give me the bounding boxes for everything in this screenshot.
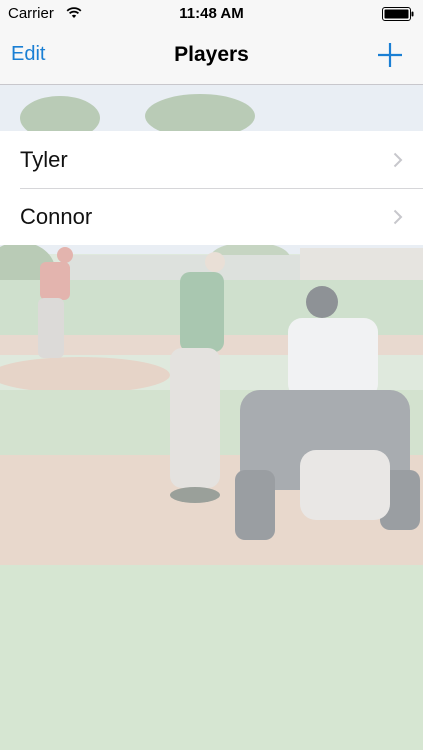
edit-button[interactable]: Edit — [11, 43, 45, 66]
status-bar: Carrier 11:48 AM — [0, 0, 423, 28]
chevron-right-icon — [393, 152, 403, 168]
player-name: Connor — [20, 203, 93, 229]
list-item-player[interactable]: Connor — [0, 188, 423, 245]
player-name: Tyler — [20, 146, 68, 172]
plus-icon — [378, 43, 402, 67]
page-title: Players — [174, 43, 249, 66]
navigation-bar: Edit Players — [0, 28, 423, 85]
battery-icon — [382, 7, 415, 26]
players-list: Tyler Connor — [0, 131, 423, 245]
list-item-player[interactable]: Tyler — [0, 131, 423, 188]
chevron-right-icon — [393, 209, 403, 225]
status-time: 11:48 AM — [179, 5, 244, 22]
add-player-button[interactable] — [375, 40, 405, 70]
background-photo — [0, 0, 423, 750]
